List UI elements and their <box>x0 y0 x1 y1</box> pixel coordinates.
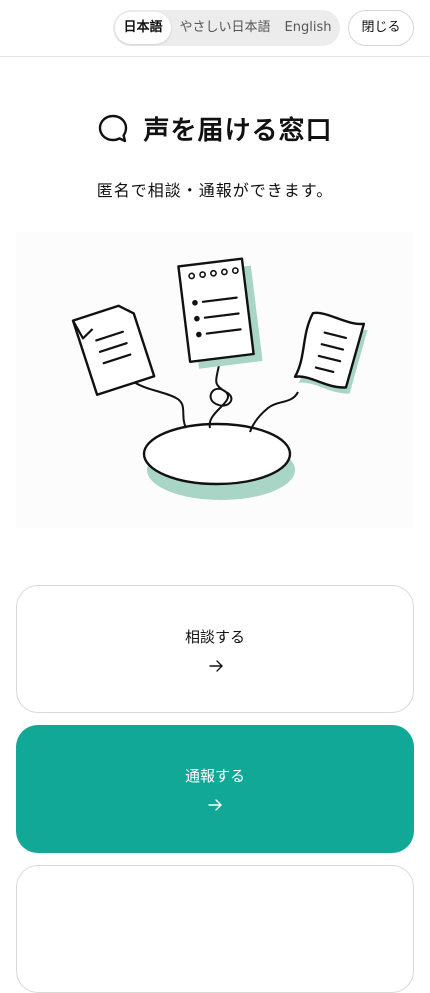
top-bar: 日本語 やさしい日本語 English 閉じる <box>0 0 430 57</box>
close-button[interactable]: 閉じる <box>348 10 414 46</box>
lang-option-english[interactable]: English <box>279 10 337 46</box>
title-row: 声を届ける窓口 <box>0 110 430 154</box>
report-button[interactable]: 通報する <box>16 725 414 853</box>
documents-illustration <box>16 232 414 528</box>
consult-button-label: 相談する <box>184 628 245 646</box>
speech-bubble-icon <box>99 114 128 142</box>
page-subtitle: 匿名で相談・通報ができます。 <box>96 181 334 200</box>
report-button-label: 通報する <box>184 767 245 785</box>
lang-option-japanese[interactable]: 日本語 <box>115 12 171 44</box>
documents-into-box-icon <box>71 257 368 500</box>
language-switcher: 日本語 やさしい日本語 English <box>113 10 340 46</box>
page-title: 声を届ける窓口 <box>143 116 333 146</box>
next-option-card[interactable] <box>16 865 414 993</box>
arrow-right-icon <box>208 799 222 811</box>
lang-option-easy-japanese[interactable]: やさしい日本語 <box>173 10 277 46</box>
arrow-right-icon <box>209 660 223 672</box>
consult-button[interactable]: 相談する <box>16 585 414 713</box>
